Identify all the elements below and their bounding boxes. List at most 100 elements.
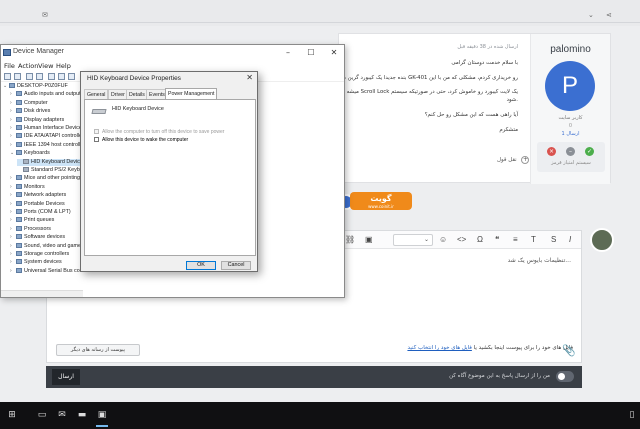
avatar[interactable]: P	[545, 61, 595, 111]
dialog-tabs: General Driver Details Events Power Mana…	[84, 88, 256, 99]
image-icon[interactable]: ▣	[365, 235, 373, 245]
close-icon[interactable]: ×	[547, 147, 556, 156]
special-char-icon[interactable]: Ω	[477, 235, 483, 245]
tree-item-label: Sound, video and game	[24, 242, 81, 249]
attach-dropzone[interactable]: فایل های خود را برای پیوست اینجا بکشید ی…	[407, 345, 573, 351]
scan-icon[interactable]	[48, 73, 55, 80]
editor-content[interactable]: تنظیمات بایوس یک شد...	[508, 257, 571, 264]
tree-item[interactable]: HID Keyboard Device	[17, 158, 83, 166]
cancel-button[interactable]: Cancel	[221, 261, 251, 270]
monitor-icon[interactable]	[58, 73, 65, 80]
tree-item[interactable]: › Mice and other pointing	[10, 175, 80, 182]
tree-item[interactable]: › Human Interface Device	[10, 125, 82, 132]
link-icon[interactable]: ⛓	[345, 235, 355, 245]
post-date: ارسال شده در 38 دقیقه قبل	[457, 44, 518, 50]
tree-item[interactable]: › Network adapters	[10, 192, 66, 199]
notification-icon[interactable]: ▯	[626, 409, 638, 421]
tree-item-label: HID Keyboard Device	[31, 158, 83, 165]
submit-button[interactable]: ارسال	[52, 369, 80, 385]
device-category-icon	[16, 200, 22, 206]
device-manager-taskbar-icon[interactable]: ▣	[96, 409, 108, 427]
device-category-icon	[16, 116, 22, 122]
back-icon[interactable]	[4, 73, 11, 80]
tree-item[interactable]: › Disk drives	[10, 108, 50, 115]
help-icon[interactable]	[36, 73, 43, 80]
device-manager-icon	[3, 49, 11, 56]
tree-item[interactable]: › Computer	[10, 100, 48, 107]
watermark-url: www.coinit.ir	[368, 204, 394, 209]
power-management-panel: HID Keyboard Device Allow the computer t…	[84, 99, 256, 256]
minimize-button[interactable]: –	[277, 46, 299, 59]
code-icon[interactable]: <>	[457, 235, 466, 245]
chevron-icon[interactable]: ⌄	[588, 12, 594, 19]
reply-avatar[interactable]	[590, 228, 614, 252]
italic-icon[interactable]: I	[569, 235, 571, 245]
forward-icon[interactable]	[14, 73, 21, 80]
tab-driver[interactable]: Driver	[108, 89, 128, 99]
share-icon[interactable]: ⋖	[606, 12, 612, 19]
tree-item[interactable]: › Universal Serial Bus cont	[10, 268, 83, 275]
menu-action[interactable]: Action	[18, 62, 38, 70]
notify-label: من را از ارسال پاسخ به این موضوع آگاه کن	[449, 373, 550, 379]
maximize-button[interactable]: ☐	[300, 46, 322, 59]
menu-view[interactable]: View	[38, 62, 53, 70]
notify-toggle[interactable]	[556, 371, 574, 382]
tree-item[interactable]: › Processors	[10, 226, 51, 233]
tree-item[interactable]: › Audio inputs and output	[10, 91, 81, 98]
device-category-icon	[16, 183, 22, 189]
tree-item-label: IEEE 1394 host controlle	[24, 141, 83, 148]
strikethrough-icon[interactable]: S	[551, 235, 556, 245]
font-size-select[interactable]: ⌄	[393, 234, 433, 246]
tab-general[interactable]: General	[84, 89, 109, 99]
tree-item-label: Network adapters	[24, 192, 67, 199]
tree-item[interactable]: › Monitors	[10, 184, 45, 191]
quote-icon[interactable]: ❝	[495, 235, 499, 245]
insert-media-button[interactable]: پیوست از رسانه های دیگر	[56, 344, 140, 356]
menu-file[interactable]: File	[4, 62, 15, 70]
start-icon[interactable]: ⊞	[6, 409, 18, 421]
neutral-icon[interactable]: –	[566, 147, 575, 156]
check-icon[interactable]: ✓	[585, 147, 594, 156]
tree-item[interactable]: Standard PS/2 Keyboard	[17, 167, 83, 174]
menu-help[interactable]: Help	[56, 62, 71, 70]
tree-item[interactable]: › Storage controllers	[10, 251, 69, 258]
horizontal-scrollbar[interactable]	[1, 290, 83, 297]
tree-item[interactable]: › Sound, video and game	[10, 243, 81, 250]
dialog-close-icon[interactable]: ✕	[246, 73, 253, 82]
list-icon[interactable]: ≡	[513, 235, 518, 245]
update-driver-icon[interactable]	[68, 73, 75, 80]
quote-button[interactable]: نقل قول +	[497, 156, 530, 164]
tree-item[interactable]: › IDE ATA/ATAPI controlle	[10, 133, 82, 140]
attach-link[interactable]: فایل های خود را انتخاب کنید	[407, 345, 471, 351]
tree-item[interactable]: › Software devices	[10, 234, 65, 241]
tree-item[interactable]: ⌄ Keyboards	[10, 150, 50, 157]
posts-count[interactable]: 1 ارسال	[531, 131, 610, 137]
tree-item[interactable]: › Portable Devices	[10, 201, 65, 208]
tree-item[interactable]: › Ports (COM & LPT)	[10, 209, 71, 216]
task-view-icon[interactable]: ▭	[36, 409, 48, 421]
properties-icon[interactable]	[26, 73, 33, 80]
mail-icon[interactable]: ✉	[56, 409, 68, 421]
ok-button[interactable]: OK	[186, 261, 216, 270]
close-button[interactable]: ✕	[323, 46, 345, 59]
device-category-icon	[16, 251, 22, 257]
username[interactable]: palomino	[531, 44, 610, 55]
tree-item[interactable]: ⌄ DESKTOP-P0Z0FUF	[3, 83, 68, 90]
wake-checkbox[interactable]: Allow this device to wake the computer	[94, 137, 188, 143]
tree-item[interactable]: › System devices	[10, 259, 62, 266]
divider	[0, 22, 640, 23]
tab-details[interactable]: Details	[126, 89, 148, 99]
tree-item[interactable]: › IEEE 1394 host controlle	[10, 142, 83, 149]
tree-item-label: Human Interface Device	[24, 125, 82, 131]
envelope-icon[interactable]: ✉	[42, 12, 48, 19]
tab-power-management[interactable]: Power Management	[165, 88, 218, 99]
tree-item[interactable]: › Print queues	[10, 217, 54, 224]
clear-format-icon[interactable]: T	[531, 235, 536, 245]
emoji-icon[interactable]: ☺	[439, 235, 447, 245]
power-off-checkbox[interactable]: Allow the computer to turn off this devi…	[94, 129, 224, 135]
folder-icon[interactable]: ▬	[76, 409, 88, 421]
device-category-icon	[9, 83, 15, 89]
tree-item-label: IDE ATA/ATAPI controlle	[24, 133, 83, 140]
window-titlebar[interactable]: Device Manager – ☐ ✕	[1, 45, 344, 61]
tree-item[interactable]: › Display adapters	[10, 117, 64, 124]
